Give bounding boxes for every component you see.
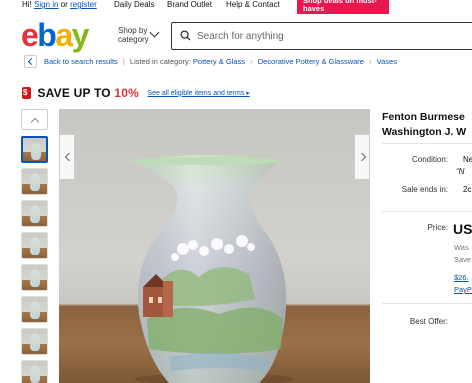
sale-ends-label: Sale ends in:: [401, 185, 448, 194]
vase-thumb-image: [31, 143, 41, 160]
thumbnail[interactable]: [21, 360, 48, 383]
breadcrumb-chevron: ›: [250, 57, 253, 66]
vase-thumb-image: [30, 206, 40, 223]
condition-value: Ne: [463, 155, 472, 164]
divider: [382, 211, 472, 212]
vase-illustration: [131, 155, 294, 383]
divider: [382, 303, 472, 304]
price-value: US: [453, 221, 472, 237]
thumbnail[interactable]: [21, 328, 48, 355]
installment-link[interactable]: $26.: [454, 273, 469, 282]
breadcrumb-separator: |: [122, 57, 125, 66]
logo-letter-a: a: [55, 17, 73, 53]
best-offer-label: Best Offer:: [409, 317, 448, 326]
price-label: Price:: [427, 223, 448, 232]
save-banner: SAVE UP TO 10% See all eligible items an…: [22, 84, 250, 102]
logo-letter-e: e: [21, 17, 39, 53]
register-link[interactable]: register: [70, 0, 97, 9]
thumbnail[interactable]: [21, 168, 48, 195]
ebay-logo[interactable]: ebay: [21, 17, 90, 53]
divider: [382, 143, 472, 144]
breadcrumb: Back to search results | Listed in categ…: [44, 55, 397, 69]
daily-deals-link[interactable]: Daily Deals: [114, 0, 154, 9]
search-input[interactable]: [197, 27, 467, 45]
logo-letter-b: b: [37, 17, 57, 53]
thumbnail[interactable]: [21, 200, 48, 227]
breadcrumb-pottery-glass[interactable]: Pottery & Glass: [193, 57, 245, 66]
condition-label: Condition:: [411, 155, 448, 164]
title-line2: Washington J. W: [382, 126, 467, 138]
top-nav-bar: Hi! Sign in or register Daily Deals Bran…: [0, 0, 472, 14]
greeting-text: Hi!: [22, 0, 32, 9]
shop-by-line2: category: [118, 35, 149, 44]
breadcrumb-vases[interactable]: Vases: [377, 57, 397, 66]
thumbnail[interactable]: [21, 232, 48, 259]
back-to-results-link[interactable]: Back to search results: [44, 57, 118, 66]
vase-thumb-image: [30, 238, 40, 255]
greeting: Hi! Sign in or register: [22, 0, 97, 9]
title-line1: Fenton Burmese: [382, 111, 465, 123]
or-text: or: [60, 0, 68, 9]
save-percent: 10%: [114, 85, 139, 100]
paypal-link[interactable]: PayP: [454, 285, 472, 294]
thumbnail[interactable]: [21, 296, 48, 323]
listing-title: Fenton Burmese Washington J. W: [382, 110, 472, 140]
condition-note: “N: [456, 167, 465, 176]
vase-thumb-image: [30, 366, 40, 383]
was-price-label: Was: [454, 243, 469, 252]
shop-by-category-button[interactable]: Shop by category: [118, 26, 149, 44]
vase-thumb-image: [30, 270, 40, 287]
vase-thumb-image: [30, 302, 40, 319]
vase-thumb-image: [30, 174, 40, 191]
brand-outlet-link[interactable]: Brand Outlet: [167, 0, 212, 9]
sale-ends-value: 2c: [463, 185, 472, 194]
vase-thumb-image: [30, 334, 40, 351]
logo-letter-y: y: [71, 17, 90, 53]
image-prev-button[interactable]: [59, 134, 75, 180]
listed-in-label: Listed in category:: [129, 57, 191, 66]
promo-banner[interactable]: Shop deals on must-haves: [297, 0, 389, 14]
save-text: SAVE UP TO: [37, 85, 111, 100]
breadcrumb-decorative-pottery[interactable]: Decorative Pottery & Glassware: [258, 57, 364, 66]
save-up-to-text: SAVE UP TO 10%: [37, 86, 139, 100]
search-bar[interactable]: [171, 22, 472, 50]
eligible-items-link[interactable]: See all eligible items and terms ▸: [147, 89, 249, 97]
thumbnail[interactable]: [21, 264, 48, 291]
sign-in-link[interactable]: Sign in: [34, 0, 58, 9]
search-icon: [180, 30, 191, 41]
thumbnail-scroll-up-button[interactable]: [21, 109, 48, 130]
thumbnail-strip: [21, 136, 48, 383]
back-arrow-icon[interactable]: [24, 55, 37, 68]
save-amount-label: Save: [454, 255, 472, 264]
chevron-down-icon[interactable]: [149, 27, 160, 38]
thumbnail[interactable]: [21, 136, 48, 163]
dollar-tag-icon: [22, 86, 31, 99]
shop-by-line1: Shop by: [118, 26, 148, 35]
help-contact-link[interactable]: Help & Contact: [226, 0, 280, 9]
breadcrumb-chevron: ›: [369, 57, 372, 66]
image-next-button[interactable]: [354, 134, 370, 180]
main-product-image[interactable]: [59, 109, 370, 383]
